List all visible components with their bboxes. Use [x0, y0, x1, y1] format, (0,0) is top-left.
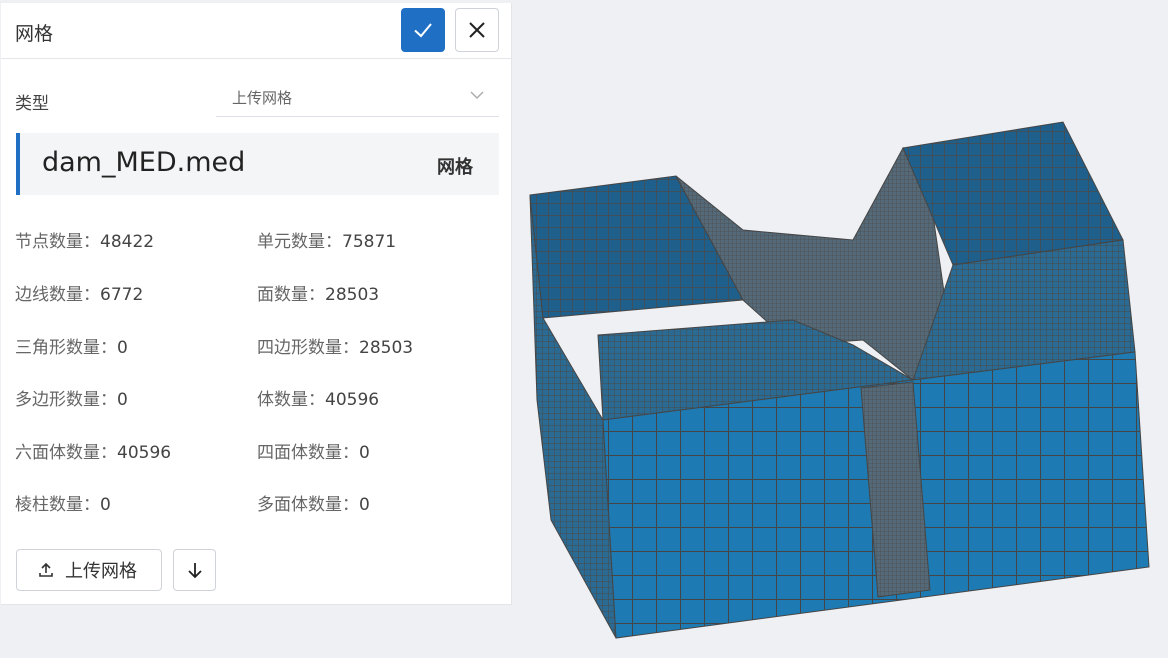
mesh-model-view	[529, 121, 1150, 639]
upload-mesh-label: 上传网格	[65, 561, 137, 582]
stat-polygon-count: 多边形数量：0	[15, 390, 128, 410]
mesh-viewport[interactable]	[513, 0, 1168, 654]
stat-element-count: 单元数量：75871	[257, 232, 397, 252]
stat-face-count: 面数量：28503	[257, 285, 380, 305]
upload-icon	[39, 562, 53, 577]
mesh-left-top-face	[529, 175, 744, 319]
stat-polyhedron-count: 多面体数量：0	[257, 495, 370, 515]
file-type-tag: 网格	[437, 157, 473, 178]
stat-prism-count: 棱柱数量：0	[15, 495, 111, 515]
stat-tetrahedron-count: 四面体数量：0	[257, 443, 370, 463]
type-select[interactable]: 上传网格	[216, 81, 499, 117]
close-icon	[469, 22, 485, 38]
stat-hexahedron-count: 六面体数量：40596	[15, 443, 172, 463]
download-button[interactable]	[173, 549, 216, 591]
arrow-down-icon	[187, 563, 202, 579]
mesh-panel: 网格 类型 上传网格 dam_MED.med 网格 节点数量：48422 单元数…	[1, 3, 512, 605]
stat-triangle-count: 三角形数量：0	[15, 338, 128, 358]
stat-quad-count: 四边形数量：28503	[257, 338, 414, 358]
chevron-down-icon	[470, 91, 484, 99]
stat-edge-count: 边线数量：6772	[15, 285, 144, 305]
upload-mesh-button[interactable]: 上传网格	[16, 549, 162, 591]
file-name: dam_MED.med	[42, 147, 246, 178]
panel-header: 网格	[1, 3, 511, 59]
stat-node-count: 节点数量：48422	[15, 232, 155, 252]
confirm-button[interactable]	[401, 8, 445, 52]
close-button[interactable]	[455, 8, 499, 52]
stat-volume-count: 体数量：40596	[257, 390, 380, 410]
type-select-value: 上传网格	[232, 89, 293, 107]
panel-title: 网格	[15, 23, 54, 45]
file-card: dam_MED.med 网格	[16, 133, 499, 195]
type-row: 类型 上传网格	[1, 81, 511, 121]
type-label: 类型	[15, 94, 49, 114]
check-icon	[414, 23, 432, 38]
